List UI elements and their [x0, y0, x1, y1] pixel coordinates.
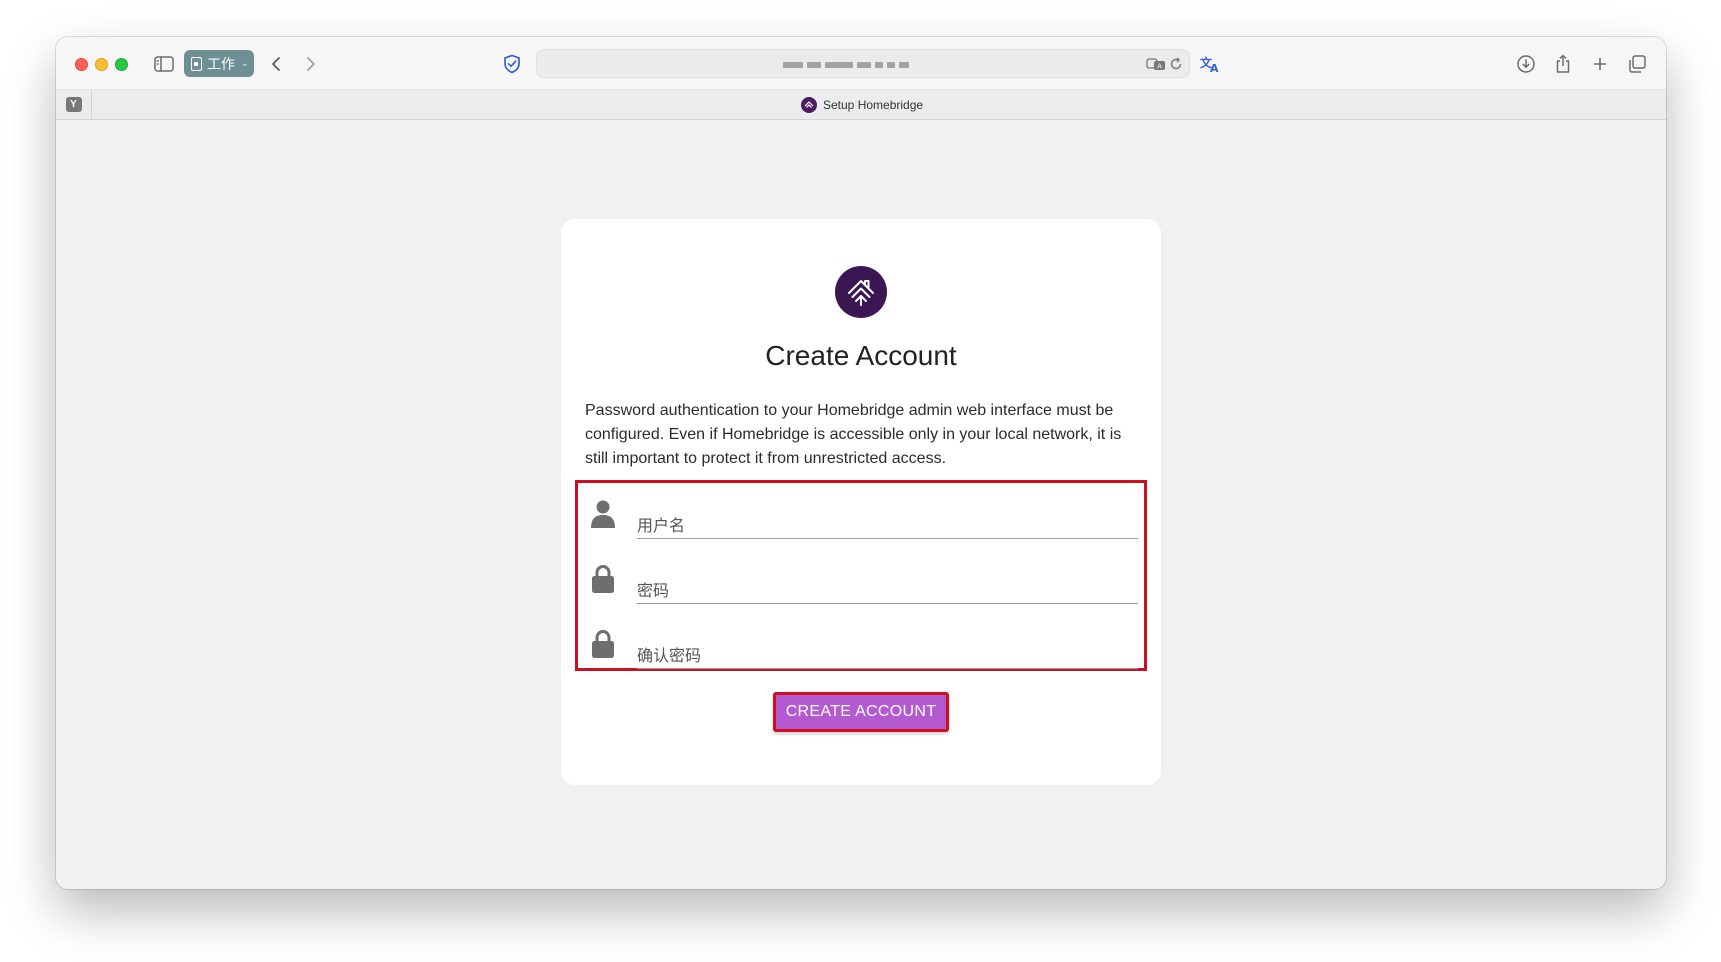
active-tab[interactable]: Setup Homebridge: [801, 97, 923, 113]
tab-group-label: 工作: [207, 55, 235, 72]
browser-window: 工作 ⌄ A 文A Y Setup Homebridge Create Acco…: [56, 37, 1666, 889]
create-account-button[interactable]: CREATE ACCOUNT: [773, 692, 949, 732]
password-field[interactable]: 密码: [590, 551, 1138, 611]
setup-card: Create Account Password authentication t…: [561, 219, 1161, 785]
page-title: Create Account: [765, 340, 957, 371]
tab-bar: Y Setup Homebridge: [56, 90, 1666, 120]
confirm-password-underline: [637, 668, 1138, 669]
lock-icon: [590, 628, 616, 660]
downloads-icon[interactable]: [1514, 53, 1538, 75]
privacy-shield-icon[interactable]: [500, 53, 524, 75]
confirm-password-field[interactable]: 确认密码: [590, 616, 1138, 676]
share-icon[interactable]: [1551, 53, 1575, 75]
pinned-tab-favicon: Y: [65, 97, 82, 112]
url-text-obscured: [783, 62, 909, 68]
browser-toolbar: 工作 ⌄ A 文A: [56, 37, 1666, 90]
address-bar[interactable]: A: [536, 49, 1190, 78]
page-content: Create Account Password authentication t…: [56, 120, 1666, 889]
svg-text:A: A: [1157, 63, 1162, 71]
password-placeholder: 密码: [637, 583, 670, 600]
minimize-window-button[interactable]: [95, 58, 108, 71]
username-field[interactable]: 用户名: [590, 486, 1138, 546]
tab-overview-icon[interactable]: [1625, 53, 1649, 75]
lock-icon: [590, 563, 616, 595]
reload-icon[interactable]: [1165, 53, 1187, 75]
pinned-tab[interactable]: Y: [56, 90, 92, 119]
translate-page-icon[interactable]: 文A: [1198, 53, 1222, 75]
homebridge-favicon-icon: [801, 97, 817, 113]
new-tab-icon[interactable]: [1588, 53, 1612, 75]
svg-text:A: A: [1210, 62, 1219, 73]
tab-group-icon: [191, 56, 202, 71]
chevron-down-icon: ⌄: [241, 58, 249, 68]
tab-title: Setup Homebridge: [823, 98, 924, 112]
username-placeholder: 用户名: [637, 518, 686, 535]
back-icon[interactable]: [264, 53, 288, 75]
close-window-button[interactable]: [75, 58, 88, 71]
page-description: Password authentication to your Homebrid…: [585, 402, 1122, 467]
account-form: 用户名 密码 确认密码: [575, 480, 1147, 671]
maximize-window-button[interactable]: [115, 58, 128, 71]
confirm-password-placeholder: 确认密码: [637, 648, 702, 665]
password-underline: [637, 603, 1138, 604]
forward-icon[interactable]: [299, 53, 323, 75]
homebridge-logo-icon: [835, 266, 887, 318]
user-icon: [590, 498, 616, 530]
translate-icon[interactable]: A: [1145, 53, 1167, 75]
username-underline: [637, 538, 1138, 539]
tab-group-button[interactable]: 工作 ⌄: [184, 50, 254, 77]
sidebar-icon[interactable]: [152, 53, 176, 75]
